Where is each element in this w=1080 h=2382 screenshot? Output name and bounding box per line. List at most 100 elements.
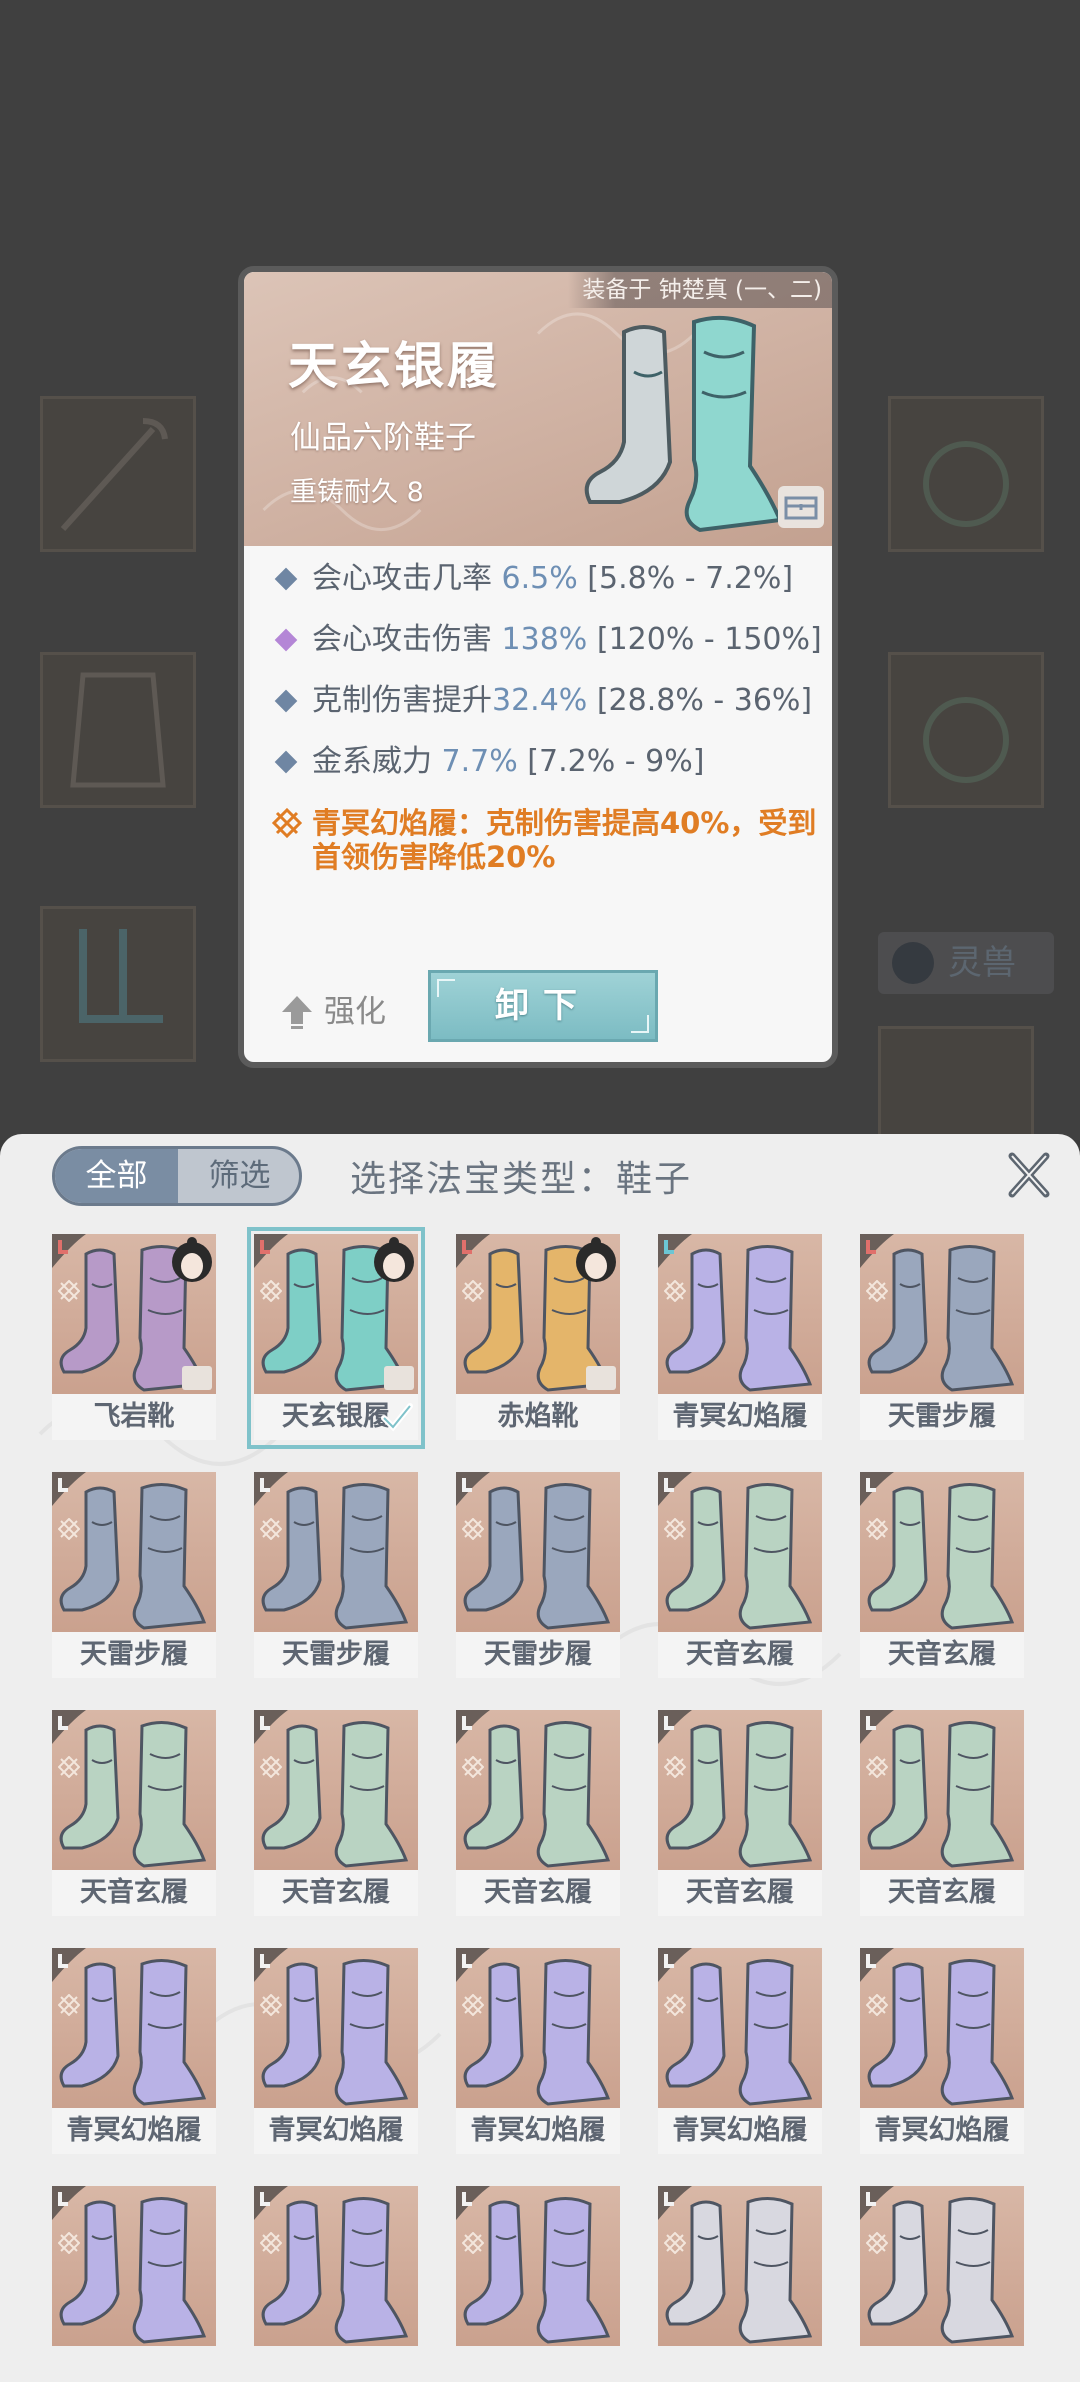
item-name-label: 青冥幻焰履 — [254, 2108, 418, 2154]
item-card[interactable]: 青冥幻焰履 — [52, 1948, 216, 2156]
stat-value: 138% — [501, 622, 588, 657]
item-card[interactable] — [52, 2186, 216, 2382]
item-card[interactable]: 青冥幻焰履 — [658, 1234, 822, 1442]
rarity-corner-icon — [52, 1948, 86, 1982]
item-card[interactable] — [254, 2186, 418, 2382]
item-name-label: 天雷步履 — [52, 1632, 216, 1678]
spirit-beast-icon — [892, 942, 934, 984]
item-name-label: 赤焰靴 — [456, 1394, 620, 1440]
element-icon — [260, 1518, 282, 1540]
item-name-label: 天雷步履 — [254, 1632, 418, 1678]
item-card[interactable]: 飞岩靴 — [52, 1234, 216, 1442]
item-card[interactable] — [860, 2186, 1024, 2382]
unequip-button[interactable]: 卸下 — [428, 970, 658, 1042]
rarity-corner-icon — [254, 1710, 288, 1744]
element-icon — [866, 1756, 888, 1778]
item-card[interactable] — [456, 2186, 620, 2382]
character-portrait-icon — [172, 1237, 212, 1282]
stat-range: [28.8% - 36%] — [587, 683, 813, 718]
item-name-label: 天音玄履 — [254, 1870, 418, 1916]
item-name-label: 天雷步履 — [456, 1632, 620, 1678]
rarity-corner-icon — [254, 1948, 288, 1982]
item-recast-durability: 重铸耐久 8 — [290, 477, 424, 508]
item-card[interactable]: 赤焰靴 — [456, 1234, 620, 1442]
item-card[interactable] — [658, 2186, 822, 2382]
item-name-label: 青冥幻焰履 — [456, 2108, 620, 2154]
stat-range: [5.8% - 7.2%] — [577, 561, 794, 596]
treasure-chest-icon — [182, 1366, 212, 1390]
element-icon — [462, 1756, 484, 1778]
item-name-label: 青冥幻焰履 — [860, 2108, 1024, 2154]
item-name-label: 天音玄履 — [860, 1870, 1024, 1916]
item-card[interactable]: 青冥幻焰履 — [254, 1948, 418, 2156]
treasure-chest-icon[interactable] — [778, 486, 824, 528]
item-card[interactable]: 天音玄履 — [254, 1710, 418, 1918]
rarity-corner-icon — [658, 2186, 692, 2220]
element-icon — [664, 1994, 686, 2016]
special-effect-icon — [272, 808, 302, 838]
element-icon — [260, 1994, 282, 2016]
card-header: 装备于 钟楚真 (一、二) 天玄银履 仙品六阶鞋子 重铸耐久 8 — [244, 272, 832, 546]
rarity-corner-icon — [658, 1710, 692, 1744]
bg-slot-boots — [40, 906, 196, 1062]
item-card[interactable]: 天雷步履 — [254, 1472, 418, 1680]
rarity-corner-icon — [52, 1710, 86, 1744]
item-card[interactable]: 青冥幻焰履 — [658, 1948, 822, 2156]
element-icon — [462, 1280, 484, 1302]
blue-diamond-icon — [274, 689, 298, 713]
item-name-label: 天音玄履 — [658, 1870, 822, 1916]
stat-label: 会心攻击几率 — [312, 561, 502, 596]
item-card[interactable]: 青冥幻焰履 — [860, 1948, 1024, 2156]
item-name-label: 青冥幻焰履 — [658, 2108, 822, 2154]
rarity-corner-icon — [860, 1234, 894, 1268]
rarity-corner-icon — [658, 1472, 692, 1506]
item-card[interactable]: 天音玄履 — [860, 1710, 1024, 1918]
item-card[interactable]: 天玄银履 — [247, 1227, 425, 1449]
bg-slot-beast — [878, 1026, 1034, 1142]
element-icon — [462, 1994, 484, 2016]
item-detail-card: 装备于 钟楚真 (一、二) 天玄银履 仙品六阶鞋子 重铸耐久 8 会心攻击几率 … — [238, 266, 838, 1068]
element-icon — [260, 1756, 282, 1778]
element-icon — [58, 1994, 80, 2016]
rarity-corner-icon — [860, 2186, 894, 2220]
item-card[interactable]: 天雷步履 — [456, 1472, 620, 1680]
item-card[interactable]: 天音玄履 — [52, 1710, 216, 1918]
rarity-corner-icon — [456, 1472, 490, 1506]
tab-filter[interactable]: 筛选 — [178, 1149, 299, 1203]
rarity-corner-icon — [860, 1948, 894, 1982]
strengthen-button[interactable]: 强化 — [280, 990, 386, 1034]
rarity-corner-icon — [456, 2186, 490, 2220]
stat-range: [120% - 150%] — [587, 622, 822, 657]
item-name-label: 天音玄履 — [658, 1632, 822, 1678]
spirit-beast-tab[interactable]: 灵兽 — [878, 932, 1054, 994]
character-portrait-icon — [374, 1237, 414, 1282]
item-name-label: 青冥幻焰履 — [658, 1394, 822, 1440]
stat-row: 会心攻击几率 6.5% [5.8% - 7.2%] — [272, 562, 832, 596]
rarity-corner-icon — [658, 1948, 692, 1982]
rarity-corner-icon — [860, 1710, 894, 1744]
tab-all[interactable]: 全部 — [55, 1149, 178, 1203]
item-card[interactable]: 青冥幻焰履 — [456, 1948, 620, 2156]
item-name-label: 天音玄履 — [860, 1632, 1024, 1678]
element-icon — [664, 1280, 686, 1302]
close-icon[interactable] — [1004, 1148, 1054, 1202]
rarity-corner-icon — [456, 1710, 490, 1744]
item-card[interactable]: 天音玄履 — [456, 1710, 620, 1918]
item-card[interactable]: 天音玄履 — [860, 1472, 1024, 1680]
element-icon — [866, 1518, 888, 1540]
strengthen-label: 强化 — [324, 994, 386, 1030]
item-card[interactable]: 天雷步履 — [860, 1234, 1024, 1442]
blue-diamond-icon — [274, 567, 298, 591]
item-name: 天玄银履 — [288, 337, 500, 395]
rarity-corner-icon — [456, 1948, 490, 1982]
item-grade: 仙品六阶鞋子 — [290, 420, 476, 456]
item-card[interactable]: 天雷步履 — [52, 1472, 216, 1680]
equipped-on-label: 装备于 钟楚真 (一、二) — [568, 272, 832, 308]
treasure-chest-icon — [384, 1366, 414, 1390]
item-name-label: 飞岩靴 — [52, 1394, 216, 1440]
rarity-corner-icon — [52, 1472, 86, 1506]
item-card[interactable]: 天音玄履 — [658, 1710, 822, 1918]
item-card[interactable]: 天音玄履 — [658, 1472, 822, 1680]
bg-slot-weapon — [40, 396, 196, 552]
stat-value: 7.7% — [441, 744, 518, 779]
